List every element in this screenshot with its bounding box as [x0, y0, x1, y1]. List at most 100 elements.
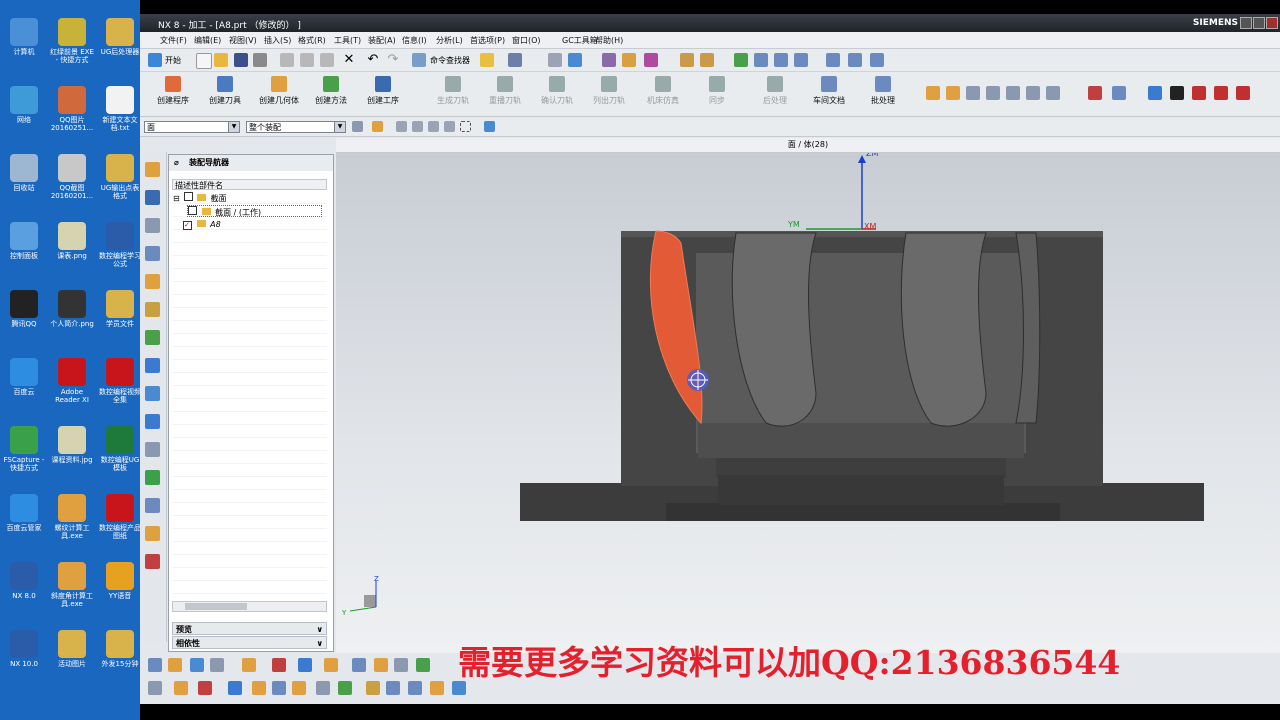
- navigator-tab-icon[interactable]: [145, 246, 160, 261]
- render-icon[interactable]: [644, 53, 658, 67]
- tree-row[interactable]: 截面 / (工作): [187, 205, 322, 217]
- desktop-icon[interactable]: 课程资料.jpg: [50, 426, 94, 464]
- tool-icon[interactable]: [1006, 86, 1020, 100]
- navigator-tab-icon[interactable]: [145, 498, 160, 513]
- snap-icon[interactable]: [242, 658, 256, 672]
- desktop-icon[interactable]: 计算机: [2, 18, 46, 56]
- desktop-icon[interactable]: 斜度角计算工具.exe: [50, 562, 94, 608]
- snap-icon[interactable]: [386, 681, 400, 695]
- desktop-icon[interactable]: YY语音: [98, 562, 142, 600]
- toolbar-button[interactable]: 同步: [692, 76, 742, 112]
- ruler-icon[interactable]: [700, 53, 714, 67]
- tool-icon[interactable]: [1192, 86, 1206, 100]
- export-icon[interactable]: [848, 53, 862, 67]
- maximize-button[interactable]: [1253, 17, 1265, 29]
- print-icon[interactable]: [253, 53, 267, 67]
- toolbar-button[interactable]: 创建刀具: [200, 76, 250, 112]
- snap-icon[interactable]: [198, 681, 212, 695]
- feature-icon[interactable]: [568, 53, 582, 67]
- snap-icon[interactable]: [374, 658, 388, 672]
- snap-icon[interactable]: [292, 681, 306, 695]
- navigator-tab-icon[interactable]: [145, 330, 160, 345]
- desktop-icon[interactable]: 螺纹计算工具.exe: [50, 494, 94, 540]
- snap-icon[interactable]: [298, 658, 312, 672]
- desktop-icon[interactable]: 活动图片: [50, 630, 94, 668]
- graphics-viewport[interactable]: ZM YM XM Z Y: [336, 149, 1280, 653]
- sketch-icon[interactable]: [602, 53, 616, 67]
- snap-icon[interactable]: [352, 121, 363, 132]
- checked-checkbox[interactable]: ✓: [183, 221, 192, 230]
- snap-icon[interactable]: [416, 658, 430, 672]
- tool-icon[interactable]: [1046, 86, 1060, 100]
- snap-icon[interactable]: [272, 658, 286, 672]
- menu-item[interactable]: 文件(F): [160, 35, 187, 46]
- menu-item[interactable]: 窗口(O): [512, 35, 541, 46]
- desktop-icon[interactable]: 百度云: [2, 358, 46, 396]
- snap-icon[interactable]: [168, 658, 182, 672]
- desktop-icon[interactable]: 网络: [2, 86, 46, 124]
- snap-icon[interactable]: [352, 658, 366, 672]
- snap-icon[interactable]: [316, 681, 330, 695]
- toolbar-button[interactable]: 生成刀轨: [428, 76, 478, 112]
- undo-icon[interactable]: ↶: [366, 53, 380, 67]
- navigator-tab-icon[interactable]: [145, 554, 160, 569]
- open-folder-icon[interactable]: [214, 53, 228, 67]
- navigator-tab-icon[interactable]: [145, 470, 160, 485]
- menu-item[interactable]: 工具(T): [334, 35, 361, 46]
- snap-icon[interactable]: [272, 681, 286, 695]
- scrollbar-thumb[interactable]: [185, 603, 247, 610]
- column-header[interactable]: 描述性部件名: [172, 179, 327, 190]
- navigator-tab-icon[interactable]: [145, 526, 160, 541]
- toolbar-button[interactable]: 机床仿真: [638, 76, 688, 112]
- desktop-icon[interactable]: QQ截图 20160201...: [50, 154, 94, 200]
- navigator-tab-icon[interactable]: [145, 190, 160, 205]
- desktop-icon[interactable]: 回收站: [2, 154, 46, 192]
- toolbar-button[interactable]: 重播刀轨: [480, 76, 530, 112]
- start-icon[interactable]: [148, 53, 162, 67]
- desktop-icon[interactable]: 腾讯QQ: [2, 290, 46, 328]
- face-rule-icon[interactable]: [412, 121, 423, 132]
- desktop-icon[interactable]: 红绿前景 EXE - 快捷方式: [50, 18, 94, 64]
- options-icon[interactable]: [870, 53, 884, 67]
- menu-item[interactable]: 编辑(E): [194, 35, 221, 46]
- tool-icon[interactable]: [480, 53, 494, 67]
- measure-icon[interactable]: [680, 53, 694, 67]
- collapse-icon[interactable]: ⊟: [173, 193, 181, 205]
- menu-item[interactable]: 分析(L): [436, 35, 463, 46]
- snap-icon[interactable]: [394, 658, 408, 672]
- desktop-icon[interactable]: QQ图片 20160251...: [50, 86, 94, 132]
- snap-icon[interactable]: [338, 681, 352, 695]
- tool-icon[interactable]: [966, 86, 980, 100]
- window-icon[interactable]: [774, 53, 788, 67]
- body-rule-icon[interactable]: [428, 121, 439, 132]
- edge-rule-icon[interactable]: [444, 121, 455, 132]
- toolbar-button[interactable]: 列出刀轨: [584, 76, 634, 112]
- delete-icon[interactable]: ✕: [342, 53, 356, 67]
- menu-item[interactable]: 首选项(P): [470, 35, 505, 46]
- snap-icon[interactable]: [148, 658, 162, 672]
- menu-item[interactable]: 视图(V): [229, 35, 257, 46]
- desktop-icon[interactable]: 外发15分钟: [98, 630, 142, 668]
- toolbar-button[interactable]: 创建程序: [148, 76, 198, 112]
- desktop-icon[interactable]: 个人简介.png: [50, 290, 94, 328]
- desktop-icon[interactable]: Adobe Reader XI: [50, 358, 94, 404]
- navigator-tab-icon[interactable]: [145, 442, 160, 457]
- navigator-tab-icon[interactable]: [145, 162, 160, 177]
- tool-icon[interactable]: [986, 86, 1000, 100]
- pin-icon[interactable]: ⌀: [174, 155, 179, 171]
- toolbar-button[interactable]: 创建几何体: [254, 76, 304, 112]
- navigator-tab-icon[interactable]: [145, 274, 160, 289]
- paste-icon[interactable]: [320, 53, 334, 67]
- toolbar-button[interactable]: 车间文档: [804, 76, 854, 112]
- snap-icon[interactable]: [228, 681, 242, 695]
- desktop-icon[interactable]: FSCapture - 快捷方式: [2, 426, 46, 472]
- toolbar-button[interactable]: 确认刀轨: [532, 76, 582, 112]
- desktop-icon[interactable]: 数控编程视频全集: [98, 358, 142, 404]
- box-select-icon[interactable]: [460, 121, 471, 132]
- navigator-tab-icon[interactable]: [145, 358, 160, 373]
- new-file-icon[interactable]: [196, 53, 212, 69]
- command-finder-button[interactable]: 命令查找器: [430, 55, 470, 66]
- preview-pane[interactable]: 预览 ∨: [172, 622, 327, 635]
- model-view[interactable]: ZM YM XM Z Y: [336, 149, 1280, 653]
- desktop-icon[interactable]: 新建文本文档.txt: [98, 86, 142, 132]
